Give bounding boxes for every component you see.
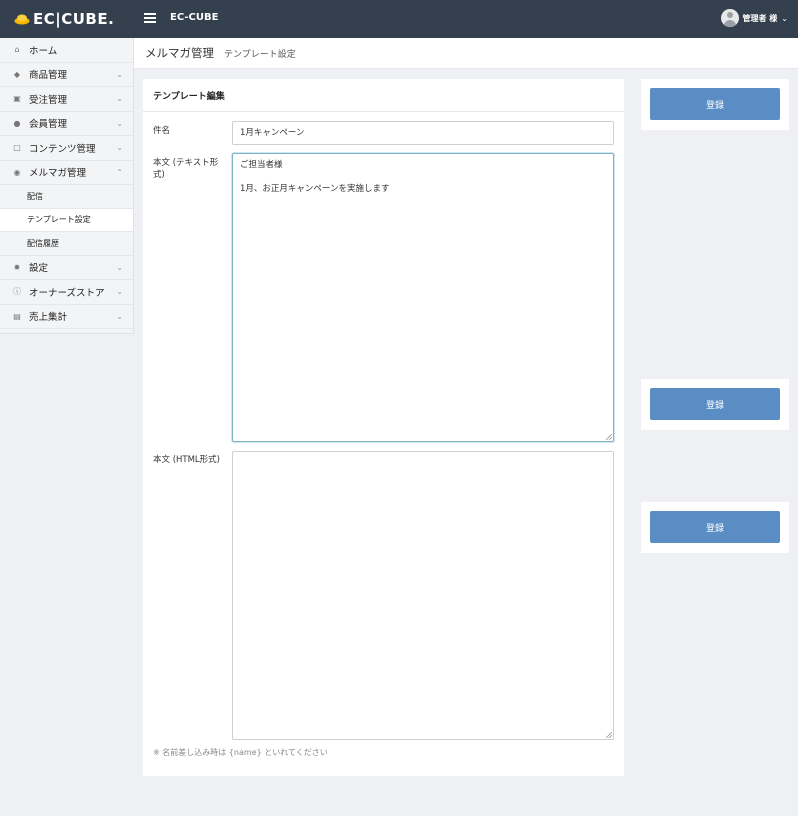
subject-label: 件名	[153, 126, 171, 136]
text-body-line: ご担当者様	[240, 160, 283, 170]
chevron-down-icon: ⌄	[116, 118, 123, 128]
logo-text: EC|CUBE.	[33, 10, 115, 28]
sidebar-subitem-send[interactable]: 配信	[0, 185, 133, 209]
chevron-down-icon: ⌄	[781, 13, 788, 23]
sidebar-item-label: ホーム	[29, 45, 58, 57]
gear-icon: ✹	[13, 262, 21, 272]
register-button[interactable]: 登録	[650, 88, 780, 120]
user-name: 管理者 様	[742, 13, 778, 23]
file-icon: □	[13, 143, 21, 153]
info-icon: ⓘ	[13, 287, 21, 297]
sidebar-item-label: コンテンツ管理	[29, 143, 96, 155]
name-placeholder-note: ※ 名前差し込み時は {name} といれてください	[153, 748, 328, 757]
text-body-label: 本文 (テキスト形式)	[153, 158, 219, 180]
html-body-label: 本文 (HTML形式)	[153, 455, 220, 465]
chevron-up-icon: ⌃	[116, 167, 123, 177]
action-panel-top: 登録	[641, 79, 789, 130]
app-name: EC-CUBE	[170, 12, 219, 23]
sidebar-item-label: オーナーズストア	[29, 287, 105, 299]
subject-input[interactable]: 1月キャンペーン	[232, 121, 614, 145]
user-menu[interactable]: 管理者 様 ⌄	[720, 9, 788, 27]
sidebar-item-label: 会員管理	[29, 119, 68, 131]
chevron-down-icon: ⌄	[116, 69, 123, 79]
hamburger-menu-icon[interactable]	[144, 13, 156, 23]
sidebar-subitem-template[interactable]: テンプレート設定	[0, 208, 133, 232]
chart-icon: ▤	[13, 311, 21, 321]
sidebar-item-orders[interactable]: ▣ 受注管理 ⌄	[0, 87, 133, 112]
resize-handle-icon[interactable]	[606, 434, 612, 440]
text-body-textarea[interactable]: ご担当者様 1月、お正月キャンペーンを実施します	[232, 153, 614, 442]
cart-icon: ▣	[13, 94, 21, 104]
text-body-line	[240, 171, 606, 183]
template-edit-card: テンプレート編集 件名 1月キャンペーン 本文 (テキスト形式) ご担当者様 1…	[143, 79, 624, 776]
sidebar-item-home[interactable]: ⌂ ホーム	[0, 38, 133, 63]
sidebar-item-label: 設定	[29, 263, 49, 275]
action-panel-middle: 登録	[641, 379, 789, 430]
sidebar-item-settings[interactable]: ✹ 設定 ⌄	[0, 256, 133, 280]
chevron-down-icon: ⌄	[116, 94, 123, 103]
sidebar-item-contents[interactable]: □ コンテンツ管理 ⌄	[0, 136, 133, 161]
html-body-textarea[interactable]	[232, 451, 614, 740]
page-subtitle: テンプレート設定	[224, 49, 296, 60]
top-header: EC|CUBE. EC-CUBE 管理者 様 ⌄	[0, 0, 798, 38]
card-heading: テンプレート編集	[143, 79, 624, 112]
ec-cube-logo[interactable]: EC|CUBE.	[14, 9, 114, 29]
sidebar-item-label: 受注管理	[29, 94, 68, 106]
register-button[interactable]: 登録	[650, 511, 780, 543]
text-body-line: 1月、お正月キャンペーンを実施します	[240, 184, 390, 194]
sidebar-item-mailmagazine[interactable]: ◉ メルマガ管理 ⌃	[0, 161, 133, 185]
sidebar-item-label: 商品管理	[29, 70, 68, 82]
sidebar-item-sales[interactable]: ▤ 売上集計 ⌄	[0, 305, 133, 329]
resize-handle-icon[interactable]	[606, 732, 612, 738]
home-icon: ⌂	[14, 45, 20, 55]
sidebar-item-label: 売上集計	[29, 312, 68, 324]
register-button[interactable]: 登録	[650, 388, 780, 420]
breadcrumb: メルマガ管理 テンプレート設定	[134, 38, 798, 69]
users-icon: ●	[13, 118, 21, 128]
logo-cube-icon	[14, 14, 30, 25]
chevron-down-icon: ⌄	[116, 143, 123, 152]
comment-icon: ◉	[13, 167, 21, 177]
sidebar-item-ownersstore[interactable]: ⓘ オーナーズストア ⌄	[0, 280, 133, 305]
sidebar-item-customers[interactable]: ● 会員管理 ⌄	[0, 112, 133, 136]
page-title: メルマガ管理	[145, 46, 214, 60]
sidebar-subitem-history[interactable]: 配信履歴	[0, 232, 133, 256]
sidebar: ⌂ ホーム ◆ 商品管理 ⌄ ▣ 受注管理 ⌄ ● 会員管理 ⌄ □ コンテンツ…	[0, 38, 134, 334]
chevron-down-icon: ⌄	[116, 287, 123, 296]
action-panel-bottom: 登録	[641, 502, 789, 553]
sidebar-item-products[interactable]: ◆ 商品管理 ⌄	[0, 63, 133, 87]
tag-icon: ◆	[13, 69, 21, 79]
avatar	[720, 9, 739, 27]
chevron-down-icon: ⌄	[116, 262, 123, 272]
chevron-down-icon: ⌄	[116, 311, 123, 321]
sidebar-item-label: メルマガ管理	[29, 168, 87, 180]
